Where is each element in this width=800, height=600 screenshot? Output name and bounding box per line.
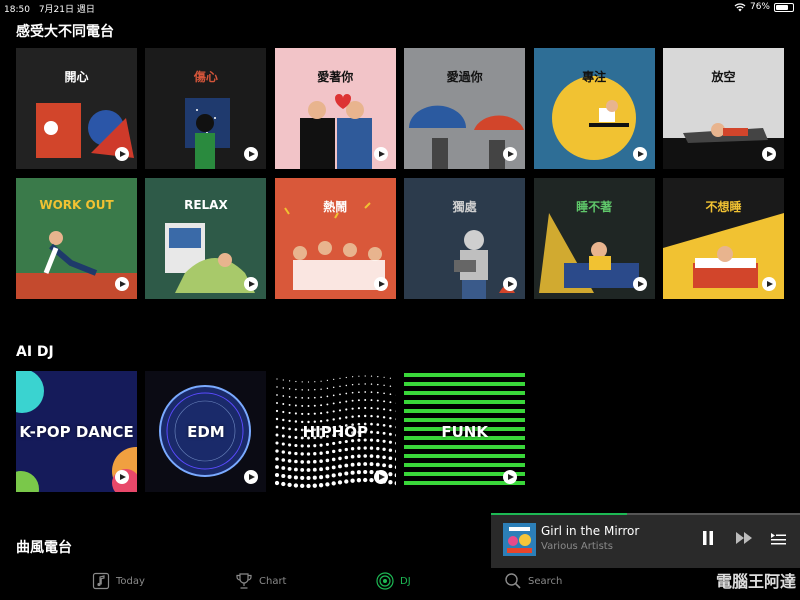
radio-tile-9[interactable]: 熱鬧	[274, 178, 396, 299]
tile-title: 專注	[582, 70, 607, 84]
battery-percent: 76%	[749, 2, 770, 12]
genre-section-title: 曲風電台	[16, 540, 72, 556]
ai-dj-tile-hiphop[interactable]: HIPHOP	[274, 371, 396, 492]
next-track-button[interactable]	[734, 528, 754, 548]
play-icon[interactable]	[115, 147, 129, 161]
trophy-icon	[236, 573, 252, 589]
ai-dj-section-title: AI DJ	[16, 344, 54, 360]
music-note-icon	[92, 572, 110, 590]
tab-search-label: Search	[528, 575, 563, 587]
play-icon[interactable]	[632, 147, 647, 161]
radio-tile-8[interactable]: RELAX	[145, 178, 267, 299]
radio-tile-6[interactable]: 放空	[663, 48, 784, 169]
radio-tile-7[interactable]: WORK OUT	[16, 178, 137, 299]
tab-today-label: Today	[116, 575, 145, 587]
track-title: Girl in the Mirror	[541, 524, 640, 538]
radio-tile-1[interactable]: 開心	[16, 48, 137, 169]
play-icon[interactable]	[115, 277, 129, 291]
status-date: 7月21日 週日	[38, 5, 95, 15]
play-icon[interactable]	[373, 470, 388, 484]
tile-title: 獨處	[452, 200, 477, 214]
play-icon[interactable]	[632, 277, 647, 291]
radio-tile-5[interactable]: 專注	[533, 48, 655, 169]
radio-tile-2[interactable]: 傷心	[145, 48, 267, 169]
pause-button[interactable]	[698, 528, 718, 548]
tile-title: RELAX	[184, 198, 228, 212]
tile-title: 愛過你	[446, 70, 483, 84]
status-time: 18:50	[4, 5, 30, 15]
play-icon[interactable]	[373, 147, 388, 161]
search-icon	[505, 573, 521, 589]
tile-title: 愛著你	[317, 70, 354, 84]
queue-button[interactable]	[768, 528, 788, 548]
play-icon[interactable]	[115, 470, 129, 484]
radio-tile-11[interactable]: 睡不著	[533, 178, 655, 299]
status-bar: 18:50 7月21日 週日 76%	[0, 0, 800, 16]
playback-progress[interactable]	[491, 513, 627, 515]
tab-search[interactable]: Search	[504, 572, 562, 590]
fast-forward-icon	[736, 532, 752, 544]
watermark-logo: 電腦王阿達	[715, 572, 796, 591]
radio-tile-10[interactable]: 獨處	[404, 178, 526, 299]
tab-chart[interactable]: Chart	[235, 572, 286, 590]
dj-radio-icon	[376, 572, 394, 590]
radio-section-title: 感受大不同電台	[16, 24, 114, 40]
tab-dj[interactable]: DJ	[376, 572, 411, 590]
tab-today[interactable]: Today	[92, 572, 145, 590]
tile-title: 不想睡	[705, 200, 742, 214]
album-cover[interactable]	[503, 523, 536, 556]
radio-tile-4[interactable]: 愛過你	[404, 48, 526, 169]
queue-list-icon	[771, 533, 786, 545]
ai-tile-title: FUNK	[441, 423, 488, 441]
play-icon[interactable]	[762, 147, 776, 161]
radio-tile-3[interactable]: 愛著你	[274, 48, 396, 169]
wifi-icon	[734, 2, 746, 11]
tab-bar: Today Chart DJ Search	[0, 568, 800, 600]
battery-icon	[774, 2, 794, 12]
tile-title: WORK OUT	[39, 198, 114, 212]
mini-player[interactable]: Girl in the Mirror Various Artists	[491, 513, 800, 568]
album-art	[503, 523, 536, 556]
tab-dj-label: DJ	[400, 575, 411, 587]
ai-tile-title: K-POP DANCE	[19, 423, 134, 441]
ai-tile-title: HIPHOP	[302, 423, 369, 441]
tab-chart-label: Chart	[259, 575, 287, 587]
ai-dj-tile-edm[interactable]: EDM	[145, 371, 267, 492]
battery-level	[776, 4, 789, 10]
tile-title: 熱鬧	[323, 200, 348, 214]
tile-title: 開心	[64, 70, 89, 84]
ai-dj-tile-funk[interactable]: FUNK	[404, 371, 526, 492]
tile-title: 傷心	[193, 70, 218, 84]
pause-icon	[703, 531, 713, 545]
tile-title: 睡不著	[576, 200, 613, 214]
play-icon[interactable]	[373, 277, 388, 291]
radio-tile-12[interactable]: 不想睡	[663, 178, 784, 299]
tile-title: 放空	[711, 70, 736, 84]
ai-tile-title: EDM	[187, 423, 225, 441]
play-icon[interactable]	[762, 277, 776, 291]
ai-dj-tile-k-pop-dance[interactable]: K-POP DANCE	[16, 371, 137, 492]
track-artist: Various Artists	[541, 541, 613, 552]
